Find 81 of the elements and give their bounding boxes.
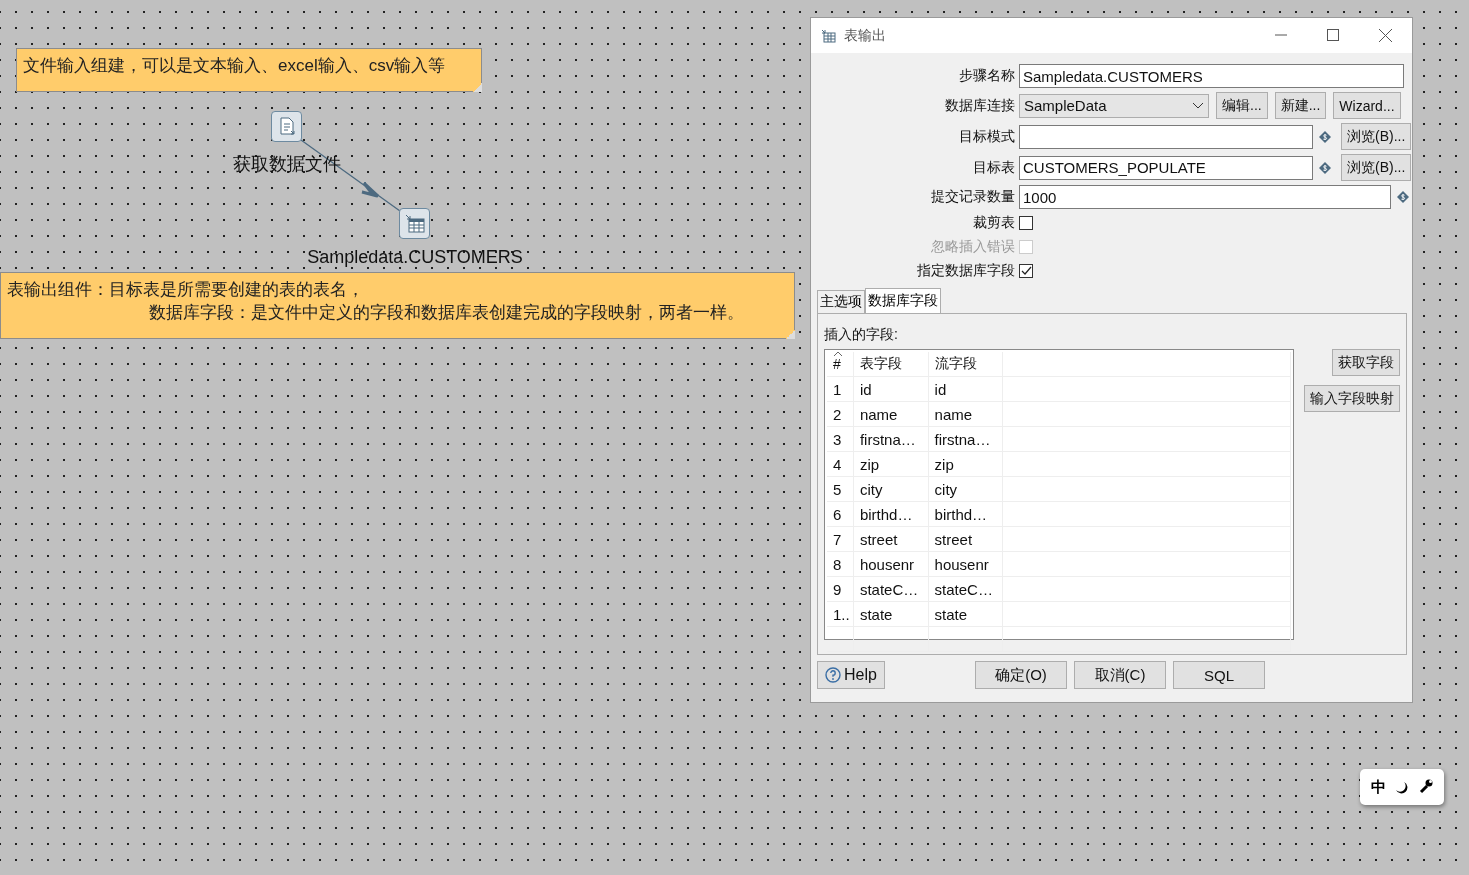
table-cell: state	[859, 605, 893, 623]
note-text: 文件输入组建，可以是文本输入、excel输入、csv输入等	[23, 55, 447, 77]
dropdown-value: SampleData	[1024, 97, 1107, 114]
text-field[interactable]: 1000	[1019, 185, 1391, 209]
step-label: Sampledata.CUSTOMERS	[307, 247, 523, 268]
table-cell: birthd…	[934, 505, 988, 523]
table-cell: street	[934, 530, 973, 548]
table-cell: housenr	[859, 555, 915, 573]
table-cell: stateC…	[934, 580, 993, 598]
table-cell: id	[934, 380, 947, 398]
row-number: 4	[833, 455, 842, 473]
table-cell: firstna…	[859, 430, 916, 448]
table-icon	[821, 28, 836, 43]
moon-icon[interactable]	[1394, 780, 1409, 794]
browse-button[interactable]: 浏览(B)...	[1341, 154, 1411, 181]
dropdown[interactable]: SampleData	[1019, 93, 1209, 118]
checkbox[interactable]	[1019, 216, 1033, 230]
dialog-button[interactable]: 新建...	[1274, 92, 1327, 119]
table-cell: stateC…	[859, 580, 919, 598]
maximize-icon[interactable]	[1327, 29, 1339, 41]
close-icon[interactable]	[1379, 29, 1392, 42]
table-cell: zip	[859, 455, 880, 473]
field-label: 提交记录数量	[930, 188, 1015, 206]
row-number: 3	[833, 430, 842, 448]
tab[interactable]: 数据库字段	[865, 288, 941, 313]
table-cell: city	[934, 480, 958, 498]
table-icon	[404, 213, 425, 234]
text-field[interactable]: CUSTOMERS_POPULATE	[1019, 155, 1313, 180]
row-number: 2	[833, 405, 842, 423]
table-cell: name	[934, 405, 973, 423]
table-cell: firstna…	[934, 430, 991, 448]
field-label: 指定数据库字段	[916, 262, 1015, 280]
table-cell: id	[859, 380, 872, 398]
note-text: 表输出组件：目标表是所需要创建的表的表名，	[7, 279, 365, 301]
table-cell: zip	[934, 455, 954, 473]
help-button[interactable]: Help	[817, 661, 885, 689]
field-label: 数据库连接	[944, 96, 1015, 115]
sort-caret-icon	[833, 351, 843, 357]
note-text: 数据库字段：是文件中定义的字段和数据库表创建完成的字段映射，两者一样。	[148, 302, 745, 324]
input-mode[interactable]: 中	[1370, 777, 1386, 797]
table-cell: state	[934, 605, 968, 623]
field-label: 步骤名称	[958, 67, 1015, 85]
step-node[interactable]	[399, 208, 430, 239]
tab[interactable]: 主选项	[817, 290, 865, 313]
field-label: 忽略插入错误	[930, 238, 1015, 256]
text-field[interactable]: Sampledata.CUSTOMERS	[1019, 64, 1404, 88]
table-cell: housenr	[934, 555, 989, 573]
section-label: 插入的字段:	[824, 326, 899, 344]
dialog-button[interactable]: 获取字段	[1332, 349, 1400, 376]
row-number: 9	[833, 580, 842, 598]
table-cell: city	[859, 480, 883, 498]
dialog-button[interactable]: 确定(O)	[975, 661, 1067, 689]
field-label: 裁剪表	[972, 214, 1015, 232]
row-number: 1	[833, 380, 842, 398]
chevron-down-icon	[1192, 102, 1204, 109]
table-cell: name	[859, 405, 898, 423]
column-header[interactable]: 表字段	[859, 355, 902, 371]
row-number: 1..	[833, 605, 850, 623]
field-label: 目标表	[972, 158, 1015, 177]
row-number: 7	[833, 530, 842, 548]
checkbox[interactable]	[1019, 264, 1033, 278]
text-field[interactable]	[1019, 124, 1313, 149]
step-node[interactable]	[271, 111, 302, 142]
row-number: 8	[833, 555, 842, 573]
dialog-button[interactable]: 编辑...	[1216, 92, 1268, 119]
column-header[interactable]: 流字段	[934, 355, 977, 371]
column-header[interactable]: #	[833, 356, 841, 372]
window-title: 表输出	[844, 26, 887, 45]
document-icon	[277, 116, 296, 137]
browse-button[interactable]: 浏览(B)...	[1341, 123, 1411, 150]
wrench-icon[interactable]	[1417, 779, 1434, 795]
help-icon	[825, 667, 842, 683]
field-label: 目标模式	[958, 127, 1015, 146]
dialog-button[interactable]: SQL	[1173, 661, 1265, 689]
row-number: 5	[833, 480, 842, 498]
table-cell: street	[859, 530, 898, 548]
dialog-button[interactable]: 输入字段映射	[1304, 385, 1400, 412]
row-number: 6	[833, 505, 842, 523]
dialog-button[interactable]: 取消(C)	[1074, 661, 1166, 689]
table-cell: birthd…	[859, 505, 913, 523]
dialog-button[interactable]: Wizard...	[1333, 92, 1401, 119]
